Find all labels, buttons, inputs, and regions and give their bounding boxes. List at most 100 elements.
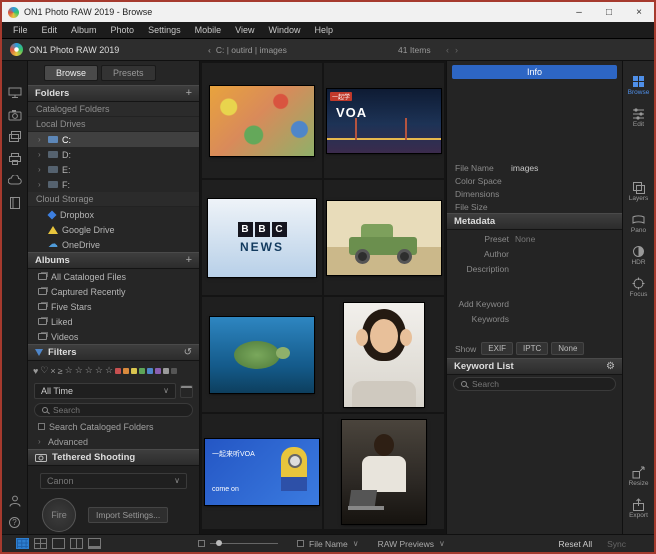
album-item[interactable]: All Cataloged Files bbox=[28, 269, 199, 284]
user-icon[interactable] bbox=[8, 495, 22, 507]
fire-button[interactable]: Fire bbox=[42, 498, 76, 532]
cataloged-folders-row[interactable]: Cataloged Folders bbox=[28, 102, 199, 117]
liked-filter-icon[interactable]: ♥ bbox=[33, 366, 38, 376]
expand-icon[interactable]: › bbox=[38, 135, 44, 144]
menu-item-album[interactable]: Album bbox=[64, 25, 104, 35]
help-icon[interactable]: ? bbox=[9, 517, 20, 528]
checkbox[interactable] bbox=[38, 423, 45, 430]
menu-item-photo[interactable]: Photo bbox=[104, 25, 142, 35]
drive-d-row[interactable]: › D: bbox=[28, 147, 199, 162]
menu-item-help[interactable]: Help bbox=[308, 25, 341, 35]
color-swatch[interactable] bbox=[139, 368, 145, 374]
sync-button[interactable]: Sync bbox=[607, 539, 626, 549]
folders-header[interactable]: Folders + bbox=[28, 85, 199, 102]
search-input[interactable] bbox=[53, 405, 185, 415]
expand-icon[interactable]: › bbox=[38, 180, 44, 189]
color-swatch[interactable] bbox=[115, 368, 121, 374]
keyword-list-header[interactable]: Keyword List ⚙ bbox=[447, 358, 622, 375]
reset-filters-icon[interactable]: ↺ bbox=[184, 347, 192, 358]
search-cataloged-row[interactable]: Search Cataloged Folders bbox=[28, 419, 199, 434]
add-album-icon[interactable]: + bbox=[186, 256, 192, 265]
view-mode-filmstrip-button[interactable] bbox=[88, 538, 101, 549]
thumbnail-bbc-news[interactable]: B B C NEWS bbox=[208, 199, 316, 277]
module-layers[interactable]: Layers bbox=[629, 181, 649, 202]
star-icon[interactable]: ☆ bbox=[75, 365, 83, 376]
info-tab-button[interactable]: Info bbox=[452, 65, 617, 79]
copies-icon[interactable] bbox=[8, 131, 22, 143]
meta-value[interactable]: None bbox=[515, 234, 535, 244]
drive-e-row[interactable]: › E: bbox=[28, 162, 199, 177]
thumbnail-sea-turtle[interactable] bbox=[210, 317, 314, 393]
keyword-search[interactable] bbox=[453, 377, 616, 391]
drive-f-row[interactable]: › F: bbox=[28, 177, 199, 192]
star-icon[interactable]: ☆ bbox=[65, 365, 73, 376]
module-edit[interactable]: Edit bbox=[632, 107, 645, 128]
menu-item-settings[interactable]: Settings bbox=[141, 25, 188, 35]
thumbnail-man-laptop[interactable] bbox=[342, 420, 426, 524]
time-filter-select[interactable]: All Time ∨ bbox=[34, 383, 176, 399]
back-icon[interactable]: ‹ bbox=[208, 45, 211, 55]
view-mode-photo-button[interactable] bbox=[52, 538, 65, 549]
album-item[interactable]: Five Stars bbox=[28, 299, 199, 314]
filters-header[interactable]: Filters ↺ bbox=[28, 344, 199, 361]
color-swatch[interactable] bbox=[163, 368, 169, 374]
not-liked-filter-icon[interactable]: ♡ bbox=[40, 365, 48, 376]
add-folder-icon[interactable]: + bbox=[186, 89, 192, 98]
menu-item-file[interactable]: File bbox=[6, 25, 35, 35]
drive-c-row[interactable]: › C: bbox=[28, 132, 199, 147]
star-icon[interactable]: ☆ bbox=[85, 365, 93, 376]
tab-browse[interactable]: Browse bbox=[44, 65, 98, 81]
thumbnail-woman-portrait[interactable] bbox=[344, 303, 424, 407]
albums-header[interactable]: Albums + bbox=[28, 252, 199, 269]
color-swatch[interactable] bbox=[171, 368, 177, 374]
module-browse[interactable]: Browse bbox=[628, 75, 650, 96]
show-none-button[interactable]: None bbox=[551, 342, 584, 355]
module-resize[interactable]: Resize bbox=[629, 466, 649, 487]
camera-select[interactable]: Canon ∨ bbox=[40, 473, 187, 489]
menu-item-window[interactable]: Window bbox=[261, 25, 307, 35]
breadcrumb-path[interactable]: C: | outird | images bbox=[216, 45, 287, 55]
album-item[interactable]: Liked bbox=[28, 314, 199, 329]
color-swatch[interactable] bbox=[131, 368, 137, 374]
album-item[interactable]: Captured Recently bbox=[28, 284, 199, 299]
color-swatch[interactable] bbox=[155, 368, 161, 374]
view-mode-compare-button[interactable] bbox=[70, 538, 83, 549]
color-swatch[interactable] bbox=[147, 368, 153, 374]
local-drives-row[interactable]: Local Drives bbox=[28, 117, 199, 132]
maximize-button[interactable]: □ bbox=[594, 2, 624, 22]
gte-icon[interactable]: ≥ bbox=[58, 366, 63, 376]
calendar-icon[interactable] bbox=[180, 385, 193, 398]
module-focus[interactable]: Focus bbox=[630, 277, 648, 298]
google-drive-row[interactable]: Google Drive bbox=[28, 222, 199, 237]
star-icon[interactable]: ☆ bbox=[105, 365, 113, 376]
gear-icon[interactable]: ⚙ bbox=[606, 361, 615, 372]
menu-item-mobile[interactable]: Mobile bbox=[188, 25, 229, 35]
camera-icon[interactable] bbox=[8, 109, 22, 121]
printer-icon[interactable] bbox=[8, 153, 22, 165]
cloud-sync-icon[interactable] bbox=[8, 175, 22, 187]
file-name-label[interactable]: File Name bbox=[309, 539, 348, 549]
rejected-filter-icon[interactable]: × bbox=[50, 366, 55, 376]
view-mode-thumbs-button[interactable] bbox=[34, 538, 47, 549]
description-field[interactable] bbox=[447, 275, 622, 295]
show-iptc-button[interactable]: IPTC bbox=[516, 342, 548, 355]
file-name-checkbox[interactable] bbox=[297, 540, 304, 547]
minimize-button[interactable]: – bbox=[564, 2, 594, 22]
album-item[interactable]: Videos bbox=[28, 329, 199, 344]
advanced-row[interactable]: › Advanced bbox=[28, 434, 199, 449]
expand-icon[interactable]: › bbox=[38, 165, 44, 174]
thumbnail-voa-minion[interactable]: 一起来听VOA come on bbox=[205, 439, 319, 505]
close-button[interactable]: × bbox=[624, 2, 654, 22]
menu-item-edit[interactable]: Edit bbox=[35, 25, 65, 35]
keyword-search-input[interactable] bbox=[472, 379, 608, 389]
thumbnail-size-slider[interactable] bbox=[210, 543, 278, 544]
menu-item-view[interactable]: View bbox=[228, 25, 261, 35]
star-icon[interactable]: ☆ bbox=[95, 365, 103, 376]
display-icon[interactable] bbox=[8, 87, 22, 99]
book-icon[interactable] bbox=[8, 197, 22, 209]
dropbox-row[interactable]: Dropbox bbox=[28, 207, 199, 222]
raw-previews-label[interactable]: RAW Previews bbox=[378, 539, 434, 549]
module-hdr[interactable]: HDR bbox=[631, 245, 645, 266]
color-swatch[interactable] bbox=[123, 368, 129, 374]
thumbnail-jeep-cartoon[interactable] bbox=[327, 201, 441, 275]
